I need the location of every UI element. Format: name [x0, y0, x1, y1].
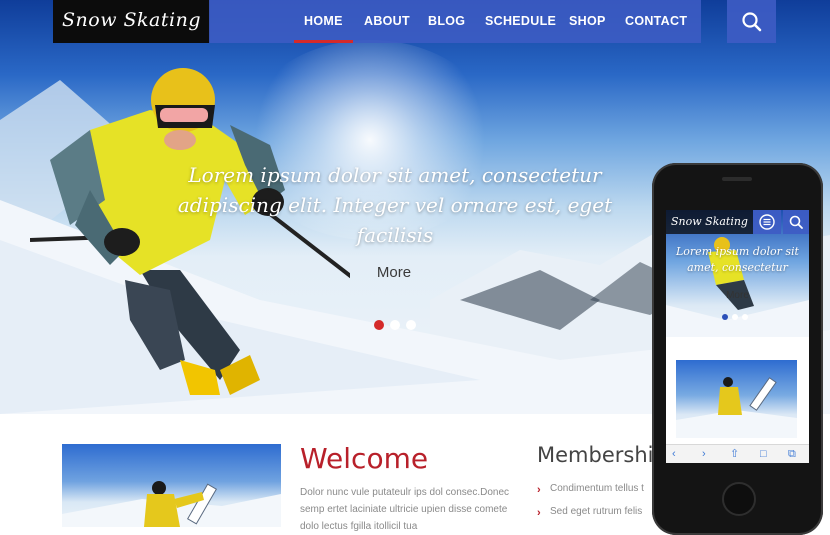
phone-search-button[interactable] [783, 210, 809, 234]
search-icon [789, 215, 803, 229]
membership-item-label: Condimentum tellus t [550, 483, 644, 494]
chevron-right-icon: › [537, 484, 541, 496]
slide-dot-2[interactable] [390, 320, 400, 330]
tabs-icon[interactable]: ⧉ [788, 447, 796, 461]
back-icon[interactable]: ‹ [672, 447, 676, 461]
phone-more-link[interactable]: More [666, 290, 809, 301]
phone-content-image [676, 360, 797, 438]
phone-hero: Snow Skating Lorem ipsum dolor sit amet,… [666, 210, 809, 337]
logo-text: Snow Skating [62, 9, 201, 31]
slide-dot-3[interactable] [406, 320, 416, 330]
membership-item[interactable]: › Sed eget rutrum felis [537, 505, 657, 528]
banner-caption: Lorem ipsum dolor sit amet, consectetur … [177, 163, 613, 247]
membership-item-label: Sed eget rutrum felis [550, 506, 643, 517]
nav-home[interactable]: HOME [294, 0, 353, 43]
welcome-paragraph: Dolor nunc vule putateulr ips dol consec… [300, 487, 510, 532]
phone-speaker [722, 177, 752, 181]
phone-slide-dot-1[interactable] [722, 314, 728, 320]
phone-screen: Snow Skating Lorem ipsum dolor sit amet,… [666, 210, 809, 463]
chevron-right-icon: › [537, 507, 541, 519]
phone-logo[interactable]: Snow Skating [666, 210, 753, 234]
main-nav: HOME ABOUT BLOG SCHEDULE SHOP CONTACT [209, 0, 701, 43]
phone-menu-button[interactable] [753, 210, 781, 234]
welcome-heading: Welcome [300, 442, 429, 475]
nav-about[interactable]: ABOUT [364, 0, 410, 43]
forward-icon[interactable]: › [702, 447, 706, 461]
phone-home-button [722, 482, 756, 516]
menu-icon [759, 214, 775, 230]
membership-list: › Condimentum tellus t › Sed eget rutrum… [537, 482, 657, 528]
nav-blog[interactable]: BLOG [428, 0, 465, 43]
phone-browser-toolbar: ‹ › ⇧ □ ⧉ [666, 444, 809, 463]
bookmarks-icon[interactable]: □ [760, 447, 767, 461]
snowboarder-graphic [62, 481, 281, 527]
nav-contact[interactable]: CONTACT [625, 0, 687, 43]
membership-heading: Membership [537, 443, 667, 467]
phone-banner-caption: Lorem ipsum dolor sit amet, consectetur [676, 245, 799, 274]
more-link[interactable]: More [368, 264, 420, 281]
nav-schedule[interactable]: SCHEDULE [485, 0, 556, 43]
phone-snowboarder-graphic [676, 377, 797, 438]
phone-slide-dot-2[interactable] [732, 314, 738, 320]
membership-item[interactable]: › Condimentum tellus t [537, 482, 657, 505]
nav-shop[interactable]: SHOP [569, 0, 606, 43]
site-logo[interactable]: Snow Skating [53, 0, 210, 43]
search-button[interactable] [727, 0, 776, 43]
search-icon [742, 12, 762, 32]
phone-mockup: Snow Skating Lorem ipsum dolor sit amet,… [652, 163, 823, 535]
share-icon[interactable]: ⇧ [730, 447, 739, 461]
phone-slide-dot-3[interactable] [742, 314, 748, 320]
welcome-image [62, 444, 281, 527]
slide-dot-1[interactable] [374, 320, 384, 330]
